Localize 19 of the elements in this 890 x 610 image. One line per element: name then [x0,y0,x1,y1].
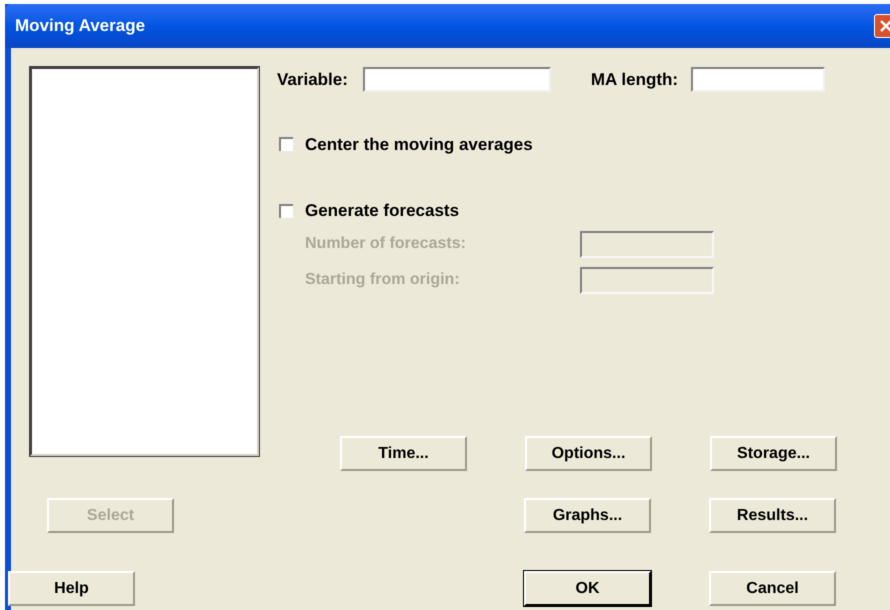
checkbox-label: Center the moving averages [305,134,533,156]
dialog-button[interactable]: Graphs... [524,498,651,533]
window-title: Moving Average [15,15,146,38]
input-field[interactable] [362,67,551,92]
dialog-button[interactable]: Cancel [709,571,836,606]
dialog-button[interactable]: Help [8,571,135,606]
field-label: Number of forecasts: [305,234,466,254]
dialog-button[interactable]: Options... [525,436,652,471]
field-label: Starting from origin: [305,270,460,290]
dialog-button[interactable]: Time... [340,436,467,471]
checkbox[interactable] [279,204,293,218]
field-label: Variable: [277,69,348,91]
checkbox[interactable] [279,137,293,152]
dialog-button[interactable]: Results... [709,498,836,533]
checkbox-label: Generate forecasts [305,200,460,222]
input-field[interactable] [691,67,826,92]
dialog-button[interactable]: Storage... [710,436,837,471]
field-label: MA length: [590,69,678,91]
dialog-button[interactable]: OK [524,571,651,606]
